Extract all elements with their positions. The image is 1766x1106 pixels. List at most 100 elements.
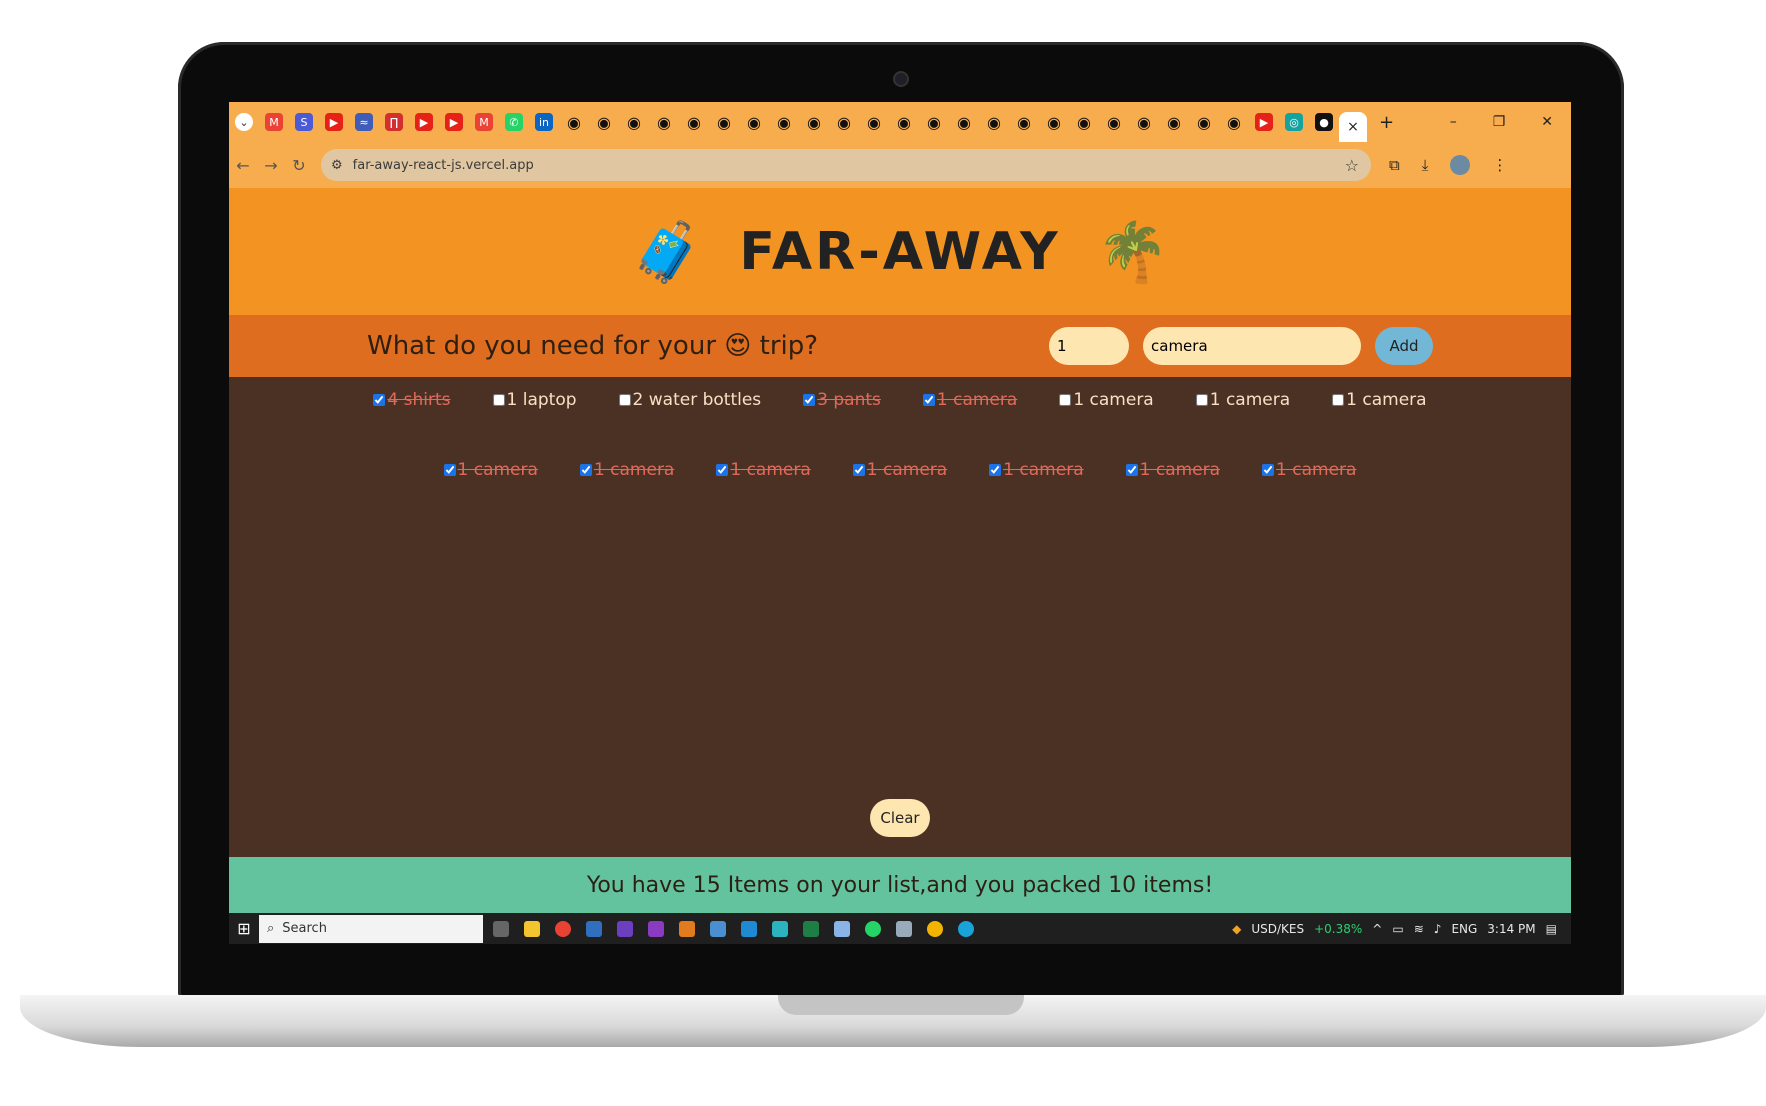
app-tab-icon[interactable]: ≈ xyxy=(355,113,373,131)
youtube-tab-icon[interactable]: ▶ xyxy=(325,113,343,131)
item-description-input[interactable] xyxy=(1143,327,1361,365)
list-item[interactable]: 1 camera xyxy=(1262,460,1356,480)
list-item[interactable]: 1 camera xyxy=(716,460,811,480)
calculator-icon[interactable] xyxy=(896,920,912,937)
packed-checkbox[interactable] xyxy=(1262,464,1275,476)
volume-icon[interactable]: ♪ xyxy=(1434,922,1442,936)
language-indicator[interactable]: ENG xyxy=(1451,922,1477,936)
windows-start-icon[interactable]: ⊞ xyxy=(229,919,259,938)
list-item[interactable]: 1 camera xyxy=(852,460,947,480)
list-item[interactable]: 1 camera xyxy=(989,460,1084,480)
github-tab-icon[interactable]: ◉ xyxy=(1195,113,1213,132)
packed-checkbox[interactable] xyxy=(579,464,592,476)
github-tab-icon[interactable]: ◉ xyxy=(565,113,583,132)
packed-checkbox[interactable] xyxy=(443,464,456,476)
excel-icon[interactable] xyxy=(803,920,819,937)
packed-checkbox[interactable] xyxy=(1195,394,1208,406)
file-explorer-icon[interactable] xyxy=(524,920,540,937)
app-tab-icon[interactable]: ◎ xyxy=(1285,113,1303,131)
list-item[interactable]: 4 shirts xyxy=(373,390,451,410)
packed-checkbox[interactable] xyxy=(989,464,1002,476)
packed-checkbox[interactable] xyxy=(1332,394,1345,406)
back-icon[interactable]: ← xyxy=(229,156,257,175)
github-tab-icon[interactable]: ◉ xyxy=(835,113,853,132)
gmail-tab-icon[interactable]: M xyxy=(475,113,493,131)
youtube-tab-icon[interactable]: ▶ xyxy=(445,113,463,131)
packed-checkbox[interactable] xyxy=(852,464,865,476)
list-item[interactable]: 1 camera xyxy=(922,390,1017,410)
list-item[interactable]: 1 laptop xyxy=(492,390,577,410)
youtube-tab-icon[interactable]: ▶ xyxy=(1255,113,1273,131)
ticker-label[interactable]: USD/KES xyxy=(1251,922,1304,936)
github-tab-icon[interactable]: ◉ xyxy=(1165,113,1183,132)
packed-checkbox[interactable] xyxy=(618,394,631,406)
whatsapp-icon[interactable] xyxy=(865,920,881,937)
tab-search-chevron-icon[interactable]: ⌄ xyxy=(235,113,253,131)
app-tab-icon[interactable]: ● xyxy=(1315,113,1333,131)
restore-icon[interactable]: ❐ xyxy=(1493,114,1506,130)
profile-avatar[interactable] xyxy=(1450,155,1471,175)
list-item[interactable]: 1 camera xyxy=(579,460,674,480)
github-tab-icon[interactable]: ◉ xyxy=(715,113,733,132)
taskbar-search[interactable]: ⌕ Search xyxy=(259,914,483,943)
new-tab-icon[interactable]: + xyxy=(1379,112,1394,133)
vscode-icon[interactable] xyxy=(741,920,757,937)
menu-kebab-icon[interactable]: ⋮ xyxy=(1492,156,1507,174)
task-view-icon[interactable] xyxy=(493,920,509,937)
add-button[interactable]: Add xyxy=(1375,327,1433,365)
list-item[interactable]: 1 camera xyxy=(1125,460,1220,480)
packed-checkbox[interactable] xyxy=(922,394,935,406)
minimize-icon[interactable]: – xyxy=(1450,114,1457,130)
packed-checkbox[interactable] xyxy=(803,394,816,406)
notification-icon[interactable]: ▤ xyxy=(1546,922,1557,936)
premiere-icon[interactable] xyxy=(648,920,664,937)
github-tab-icon[interactable]: ◉ xyxy=(925,113,943,132)
github-tab-icon[interactable]: ◉ xyxy=(895,113,913,132)
list-item[interactable]: 1 camera xyxy=(1332,390,1427,410)
illustrator-icon[interactable] xyxy=(679,920,695,937)
s-app-tab-icon[interactable]: S xyxy=(295,113,313,131)
chrome-icon[interactable] xyxy=(555,920,571,937)
forward-icon[interactable]: → xyxy=(257,156,285,175)
whatsapp-tab-icon[interactable]: ✆ xyxy=(505,113,523,131)
github-tab-icon[interactable]: ◉ xyxy=(1015,113,1033,132)
tray-chevron-icon[interactable]: ^ xyxy=(1372,922,1382,936)
edge-icon[interactable] xyxy=(958,920,974,937)
github-tab-icon[interactable]: ◉ xyxy=(805,113,823,132)
list-item[interactable]: 1 camera xyxy=(443,460,538,480)
gmail-tab-icon[interactable]: M xyxy=(265,113,283,131)
github-tab-icon[interactable]: ◉ xyxy=(1225,113,1243,132)
packed-checkbox[interactable] xyxy=(716,464,729,476)
app-tab-icon[interactable]: ∏ xyxy=(385,113,403,131)
reload-icon[interactable]: ↻ xyxy=(285,156,313,175)
list-item[interactable]: 3 pants xyxy=(803,390,881,410)
github-tab-icon[interactable]: ◉ xyxy=(955,113,973,132)
app-icon[interactable] xyxy=(834,920,850,937)
battery-icon[interactable]: ▭ xyxy=(1392,922,1403,936)
photoshop-icon[interactable] xyxy=(586,920,602,937)
clear-button[interactable]: Clear xyxy=(870,799,930,837)
github-tab-icon[interactable]: ◉ xyxy=(985,113,1003,132)
bookmark-star-icon[interactable]: ☆ xyxy=(1345,156,1359,175)
chrome-icon[interactable] xyxy=(927,920,943,937)
after-effects-icon[interactable] xyxy=(617,920,633,937)
extensions-icon[interactable]: ⧉ xyxy=(1389,156,1400,174)
packed-checkbox[interactable] xyxy=(1059,394,1072,406)
site-info-icon[interactable]: ⚙ xyxy=(331,158,343,173)
github-tab-icon[interactable]: ◉ xyxy=(595,113,613,132)
github-tab-icon[interactable]: ◉ xyxy=(865,113,883,132)
github-tab-icon[interactable]: ◉ xyxy=(685,113,703,132)
app-icon[interactable] xyxy=(772,920,788,937)
github-tab-icon[interactable]: ◉ xyxy=(745,113,763,132)
github-tab-icon[interactable]: ◉ xyxy=(1045,113,1063,132)
list-item[interactable]: 1 camera xyxy=(1059,390,1154,410)
github-tab-icon[interactable]: ◉ xyxy=(1075,113,1093,132)
github-tab-icon[interactable]: ◉ xyxy=(775,113,793,132)
active-tab-close-icon[interactable]: × xyxy=(1339,112,1367,142)
packed-checkbox[interactable] xyxy=(1125,464,1138,476)
github-tab-icon[interactable]: ◉ xyxy=(1135,113,1153,132)
linkedin-tab-icon[interactable]: in xyxy=(535,113,553,131)
clock[interactable]: 3:14 PM xyxy=(1487,922,1535,936)
quantity-select[interactable] xyxy=(1049,327,1129,365)
download-icon[interactable]: ⤓ xyxy=(1422,156,1429,174)
